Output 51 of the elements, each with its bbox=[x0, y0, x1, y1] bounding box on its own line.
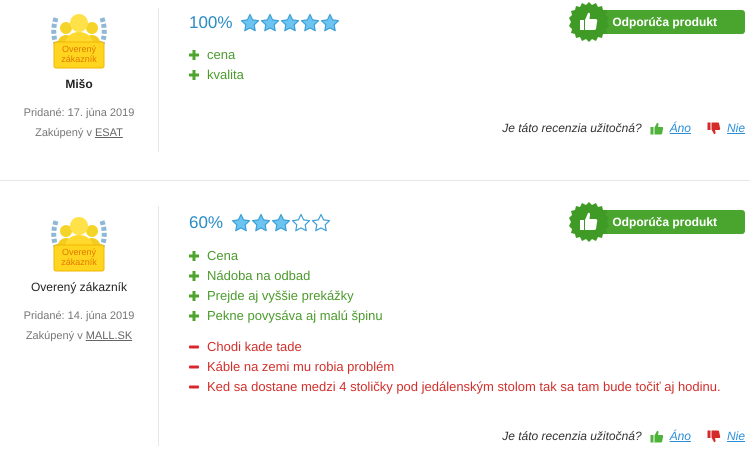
reviewer-name: Overený zákazník bbox=[30, 279, 128, 296]
star-icon bbox=[320, 12, 340, 33]
star-icon bbox=[311, 212, 332, 233]
con-text: Ked sa dostane medzi 4 stoličky pod jedálenským stolom tak sa tam bude točiť aj hodinu. bbox=[207, 378, 721, 396]
star-icon bbox=[251, 212, 272, 233]
verified-customer-badge: Overený zákazník bbox=[48, 8, 110, 70]
added-date: Pridané: 14. júna 2019 bbox=[24, 309, 134, 324]
star-icon bbox=[240, 12, 260, 33]
thumbs-up-seal-icon bbox=[569, 2, 610, 42]
verified-customer-badge: Overený zákazník bbox=[48, 211, 110, 273]
pro-text: cena bbox=[207, 46, 236, 64]
thumbs-up-icon bbox=[650, 122, 664, 134]
thumbs-down-icon bbox=[706, 122, 721, 134]
plus-icon bbox=[189, 70, 199, 80]
thumbs-up-seal-icon bbox=[569, 202, 610, 242]
pro-text: Prejde aj vyššie prekážky bbox=[207, 287, 354, 306]
pro-text: Cena bbox=[207, 247, 238, 266]
shop-link[interactable]: ESAT bbox=[94, 124, 123, 141]
helpful-question: Je táto recenzia užitočná? bbox=[502, 120, 642, 137]
vote-down-link[interactable]: Nie bbox=[726, 427, 745, 445]
added-date: Pridané: 17. júna 2019 bbox=[24, 106, 134, 121]
recommend-badge: Odporúča produkt bbox=[603, 210, 745, 234]
pro-text: Pekne povysáva aj malú špinu bbox=[207, 307, 383, 326]
star-icon bbox=[271, 212, 292, 233]
pro-text: Nádoba na odbad bbox=[207, 267, 310, 286]
vote-down-link[interactable]: Nie bbox=[726, 119, 745, 137]
star-icon bbox=[291, 212, 312, 233]
plus-icon bbox=[189, 271, 199, 281]
thumbs-up-icon bbox=[650, 430, 664, 442]
star-icon bbox=[280, 12, 300, 33]
recommend-badge: Odporúča produkt bbox=[603, 10, 745, 34]
shop-link[interactable]: MALL.SK bbox=[86, 328, 132, 344]
vote-up-link[interactable]: Áno bbox=[670, 119, 691, 137]
plus-icon bbox=[189, 251, 199, 261]
helpful-question: Je táto recenzia užitočná? bbox=[502, 428, 642, 445]
con-text: Chodi kade tade bbox=[207, 338, 302, 356]
rating-percent: 60% bbox=[189, 212, 224, 234]
reviewer-name: Mišo bbox=[65, 76, 93, 93]
pro-text: kvalita bbox=[207, 66, 244, 84]
star-icon bbox=[260, 12, 280, 33]
con-text: Káble na zemi mu robia problém bbox=[207, 358, 394, 376]
plus-icon bbox=[189, 50, 199, 60]
plus-icon bbox=[189, 311, 199, 321]
rating-percent: 100% bbox=[189, 12, 232, 34]
purchased-label: Zakúpený v bbox=[26, 328, 83, 344]
purchased-label: Zakúpený v bbox=[35, 126, 92, 140]
plus-icon bbox=[189, 291, 199, 301]
vote-up-link[interactable]: Áno bbox=[670, 427, 691, 445]
thumbs-down-icon bbox=[706, 430, 721, 442]
star-icon bbox=[300, 12, 320, 33]
star-icon bbox=[231, 212, 252, 233]
